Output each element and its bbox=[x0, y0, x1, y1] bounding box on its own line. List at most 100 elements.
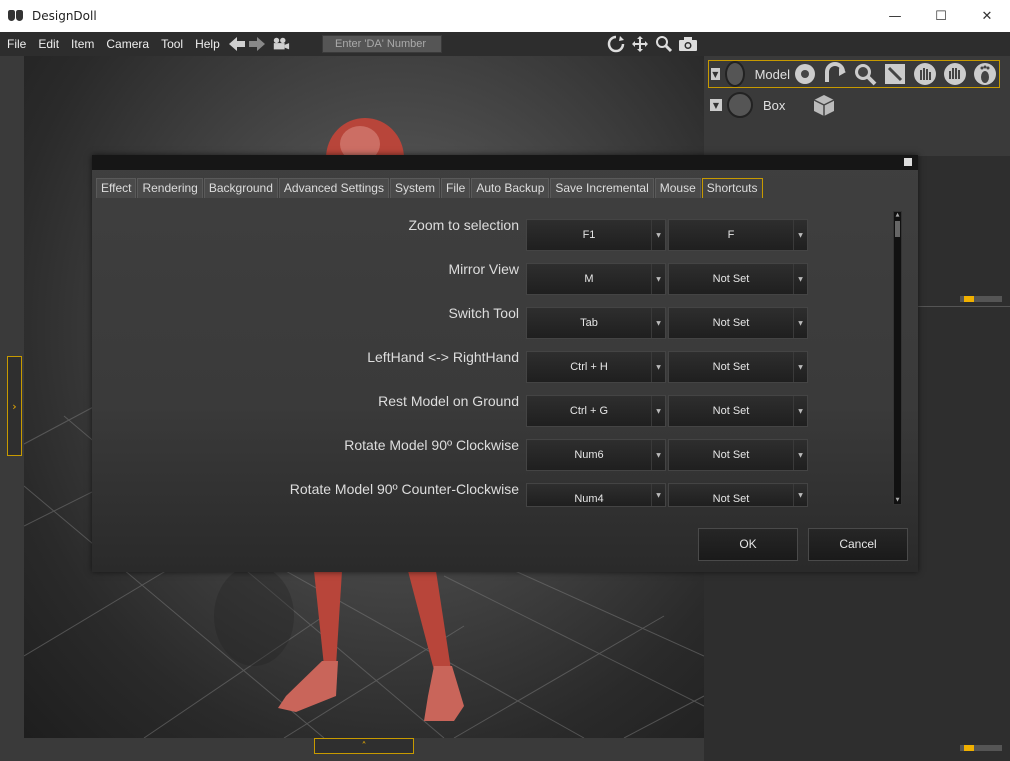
forward-arrow-icon[interactable] bbox=[248, 36, 266, 52]
menu-item[interactable]: Item bbox=[65, 32, 100, 56]
secondary-key-select[interactable]: Not Set ▼ bbox=[668, 351, 808, 383]
scene-item-model[interactable]: ▼ Model bbox=[708, 60, 1000, 88]
dialog-header bbox=[92, 155, 918, 170]
tab-mouse[interactable]: Mouse bbox=[654, 178, 701, 198]
screenshot-camera-icon[interactable] bbox=[678, 34, 698, 54]
dropdown-arrow-icon: ▼ bbox=[651, 220, 665, 250]
shortcut-label: Mirror View bbox=[448, 261, 519, 277]
shortcut-row: Rotate Model 90º Counter-Clockwise Num4 ▼… bbox=[92, 474, 892, 507]
window-controls: — ☐ ✕ bbox=[872, 0, 1010, 32]
visibility-eye-icon[interactable] bbox=[724, 61, 745, 87]
pan-view-icon[interactable] bbox=[630, 34, 650, 54]
secondary-key-select[interactable]: Not Set ▼ bbox=[668, 483, 808, 507]
dialog-close-icon[interactable] bbox=[904, 158, 912, 166]
rotate-tool-icon[interactable] bbox=[820, 61, 849, 87]
secondary-key-select[interactable]: Not Set ▼ bbox=[668, 263, 808, 295]
dropdown-arrow-icon: ▼ bbox=[793, 308, 807, 338]
secondary-key-value: Not Set bbox=[712, 449, 750, 461]
tab-shortcuts[interactable]: Shortcuts bbox=[701, 178, 763, 198]
dropdown-arrow-icon[interactable]: ▼ bbox=[710, 99, 722, 111]
window-title: DesignDoll bbox=[32, 9, 97, 23]
expand-bottom-panel-icon[interactable]: ˄ bbox=[314, 738, 414, 754]
da-number-input[interactable]: Enter 'DA' Number bbox=[322, 35, 442, 53]
menu-help[interactable]: Help bbox=[189, 32, 226, 56]
cancel-button[interactable]: Cancel bbox=[808, 528, 908, 561]
scene-item-label: Box bbox=[763, 97, 786, 113]
menu-edit[interactable]: Edit bbox=[32, 32, 65, 56]
primary-key-select[interactable]: Tab ▼ bbox=[526, 307, 666, 339]
dropdown-arrow-icon: ▼ bbox=[651, 264, 665, 294]
hand-right-icon[interactable] bbox=[940, 61, 969, 87]
primary-key-value: F1 bbox=[582, 229, 596, 241]
visibility-eye-icon[interactable] bbox=[727, 92, 753, 118]
primary-key-value: Ctrl + G bbox=[569, 405, 609, 417]
zoom-view-icon[interactable] bbox=[654, 34, 674, 54]
tab-effect[interactable]: Effect bbox=[96, 178, 137, 198]
shortcut-label: Rest Model on Ground bbox=[378, 393, 519, 409]
primary-key-select[interactable]: Num6 ▼ bbox=[526, 439, 666, 471]
secondary-key-value: Not Set bbox=[712, 273, 750, 285]
dropdown-arrow-icon: ▼ bbox=[651, 484, 665, 506]
tab-rendering[interactable]: Rendering bbox=[137, 178, 203, 198]
scroll-down-icon[interactable]: ▼ bbox=[894, 497, 901, 504]
secondary-key-select[interactable]: Not Set ▼ bbox=[668, 307, 808, 339]
scroll-up-icon[interactable]: ▲ bbox=[894, 212, 901, 219]
minimize-button[interactable]: — bbox=[872, 0, 918, 32]
panel-slider-top[interactable] bbox=[960, 296, 1002, 302]
primary-key-select[interactable]: Ctrl + G ▼ bbox=[526, 395, 666, 427]
shortcut-label: Zoom to selection bbox=[408, 217, 520, 233]
secondary-key-value: Not Set bbox=[712, 493, 750, 505]
dropdown-arrow-icon: ▼ bbox=[793, 352, 807, 382]
scroll-thumb[interactable] bbox=[895, 221, 900, 237]
shortcut-row: Mirror View M ▼ Not Set ▼ bbox=[92, 254, 892, 295]
move-tool-icon[interactable] bbox=[790, 61, 819, 87]
primary-key-select[interactable]: Num4 ▼ bbox=[526, 483, 666, 507]
secondary-key-value: Not Set bbox=[712, 405, 750, 417]
foot-icon[interactable] bbox=[970, 61, 999, 87]
close-button[interactable]: ✕ bbox=[964, 0, 1010, 32]
dropdown-arrow-icon: ▼ bbox=[793, 396, 807, 426]
scale-tool-icon[interactable] bbox=[880, 61, 909, 87]
tab-system[interactable]: System bbox=[389, 178, 440, 198]
tab-save-incremental[interactable]: Save Incremental bbox=[550, 178, 654, 198]
menu-camera[interactable]: Camera bbox=[100, 32, 155, 56]
secondary-key-select[interactable]: F ▼ bbox=[668, 219, 808, 251]
ok-button[interactable]: OK bbox=[698, 528, 798, 561]
secondary-key-value: F bbox=[727, 229, 735, 241]
video-camera-icon[interactable] bbox=[272, 36, 290, 52]
rotate-view-icon[interactable] bbox=[606, 34, 626, 54]
hand-left-icon[interactable] bbox=[910, 61, 939, 87]
shortcut-label: Rotate Model 90º Clockwise bbox=[344, 437, 519, 453]
panel-slider-bottom[interactable] bbox=[960, 745, 1002, 751]
secondary-key-select[interactable]: Not Set ▼ bbox=[668, 395, 808, 427]
dropdown-arrow-icon[interactable]: ▼ bbox=[711, 68, 720, 80]
primary-key-value: Num6 bbox=[574, 449, 604, 461]
dropdown-arrow-icon: ▼ bbox=[651, 308, 665, 338]
menu-tool[interactable]: Tool bbox=[155, 32, 189, 56]
tab-file[interactable]: File bbox=[440, 178, 471, 198]
primary-key-select[interactable]: F1 ▼ bbox=[526, 219, 666, 251]
secondary-key-value: Not Set bbox=[712, 317, 750, 329]
shortcut-scrollbar[interactable]: ▲ ▼ bbox=[893, 211, 902, 505]
tab-auto-backup[interactable]: Auto Backup bbox=[471, 178, 550, 198]
expand-left-panel-icon[interactable]: › bbox=[7, 356, 22, 456]
shortcut-row: LeftHand <-> RightHand Ctrl + H ▼ Not Set… bbox=[92, 342, 892, 383]
primary-key-value: M bbox=[584, 273, 594, 285]
primary-key-select[interactable]: Ctrl + H ▼ bbox=[526, 351, 666, 383]
maximize-button[interactable]: ☐ bbox=[918, 0, 964, 32]
zoom-tool-icon[interactable] bbox=[850, 61, 879, 87]
shortcut-label: Rotate Model 90º Counter-Clockwise bbox=[289, 481, 519, 497]
tab-advanced-settings[interactable]: Advanced Settings bbox=[278, 178, 389, 198]
tab-background[interactable]: Background bbox=[203, 178, 278, 198]
box-tool-icon[interactable] bbox=[809, 92, 838, 118]
primary-key-select[interactable]: M ▼ bbox=[526, 263, 666, 295]
primary-key-value: Ctrl + H bbox=[570, 361, 608, 373]
dropdown-arrow-icon: ▼ bbox=[793, 440, 807, 470]
dropdown-arrow-icon: ▼ bbox=[793, 220, 807, 250]
menu-file[interactable]: File bbox=[0, 32, 32, 56]
scene-tree: ▼ Model ▼ Box bbox=[704, 56, 1010, 156]
primary-key-value: Num4 bbox=[574, 493, 604, 505]
scene-item-box[interactable]: ▼ Box bbox=[708, 91, 838, 119]
secondary-key-select[interactable]: Not Set ▼ bbox=[668, 439, 808, 471]
back-arrow-icon[interactable] bbox=[228, 36, 246, 52]
